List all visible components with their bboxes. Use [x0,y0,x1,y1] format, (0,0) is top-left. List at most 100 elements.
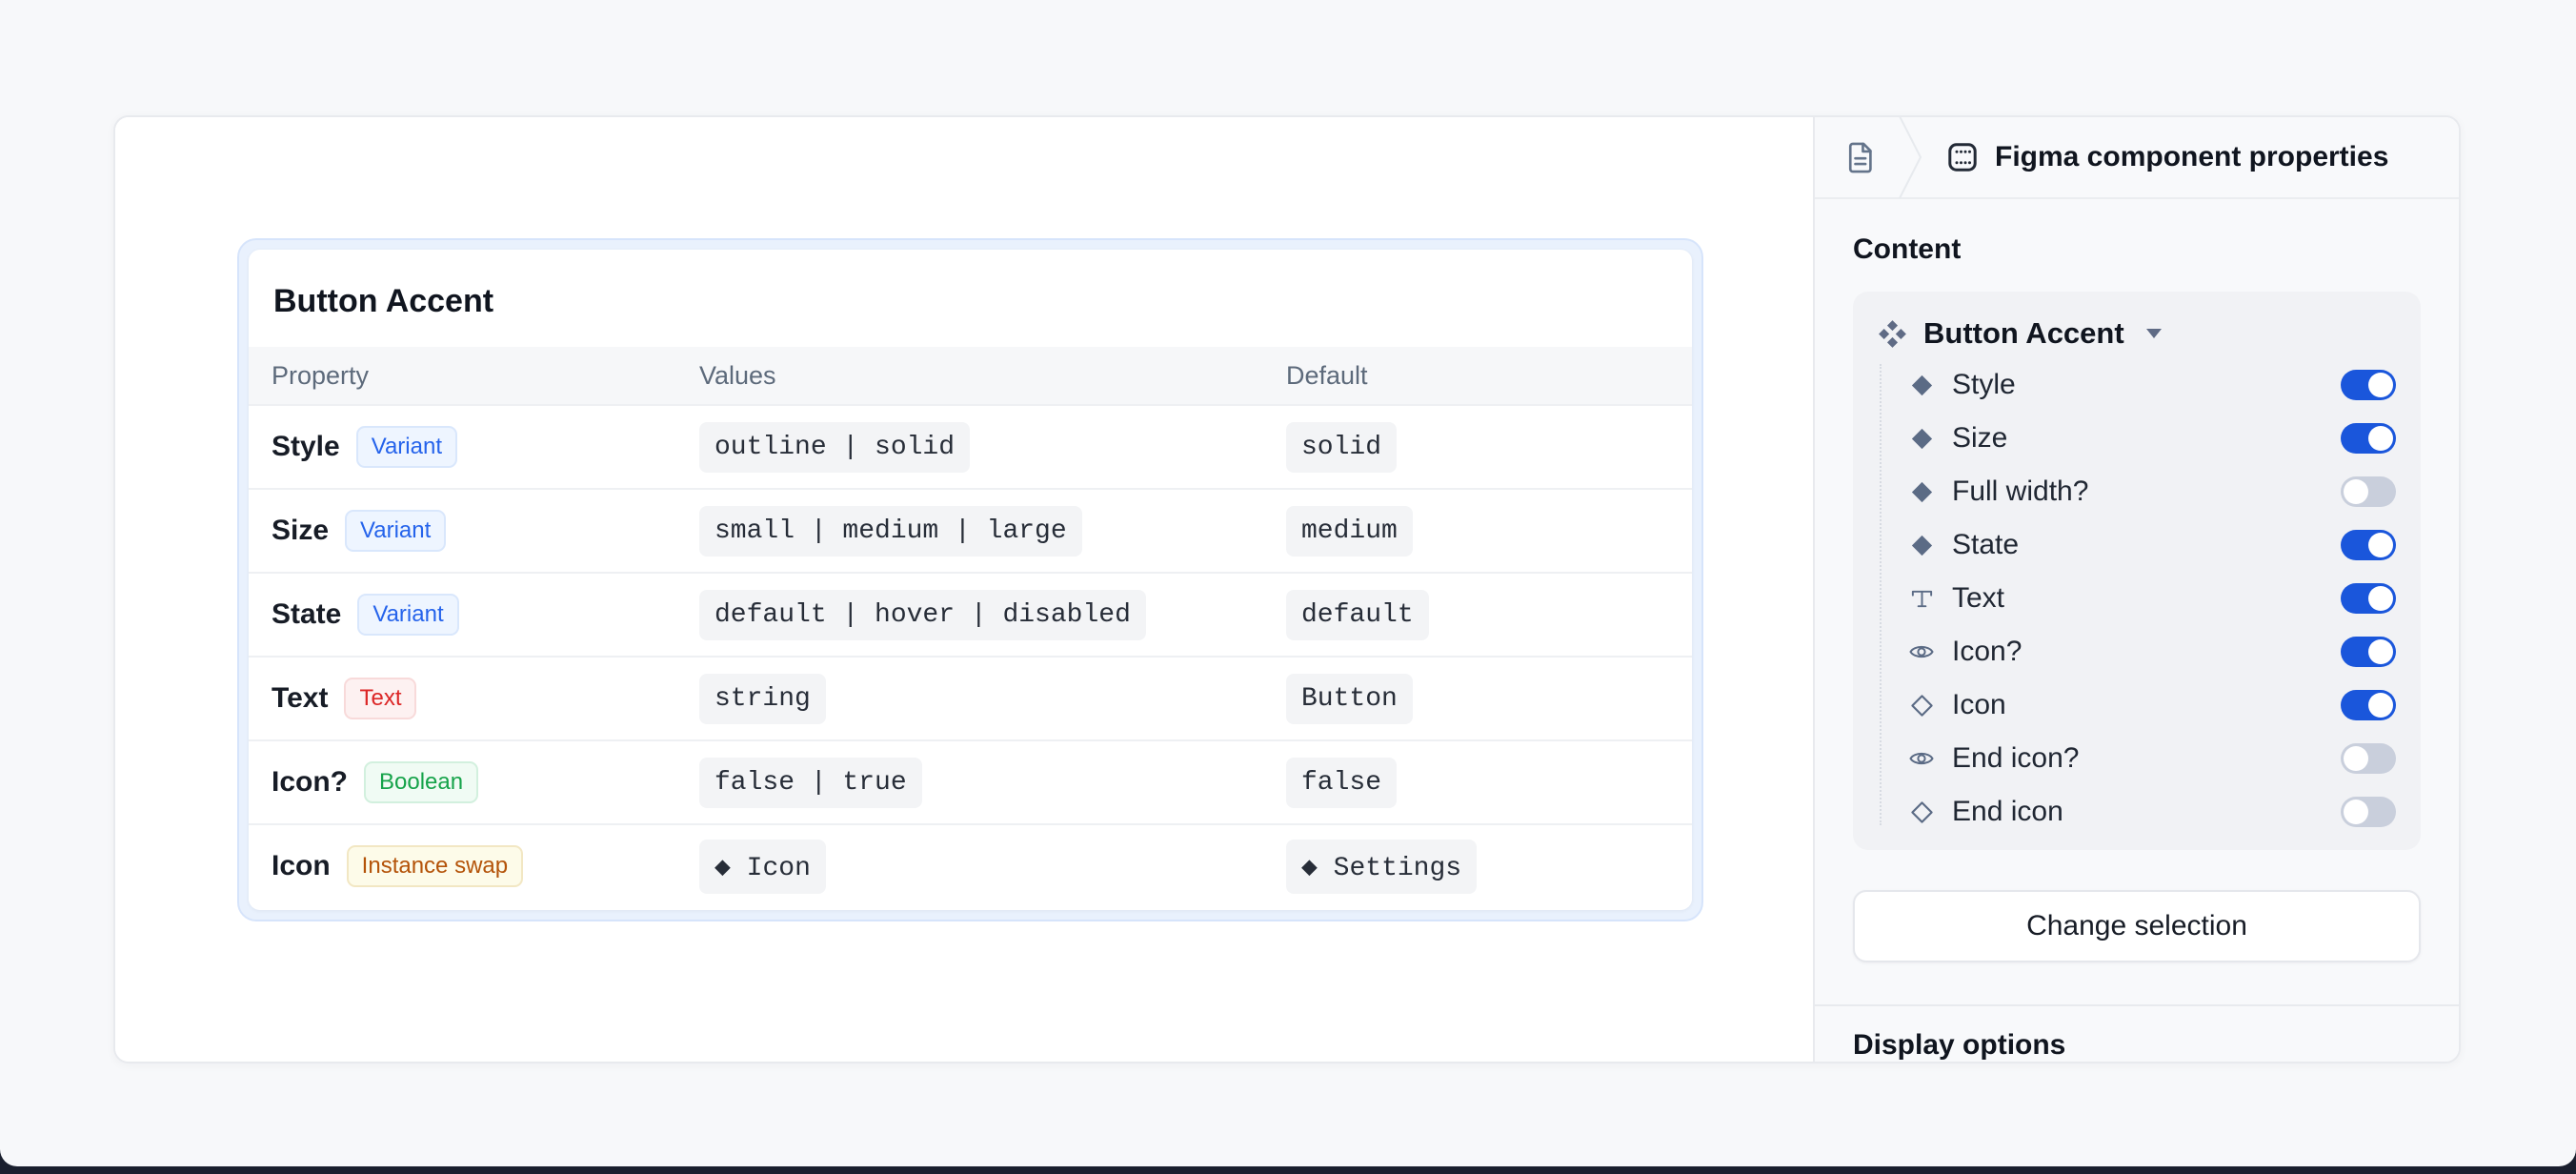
property-toggle[interactable] [2341,476,2396,507]
property-name: Size [272,515,329,547]
document-icon [1841,140,1877,175]
document-tab[interactable] [1841,140,1877,175]
property-label: End icon? [1952,742,2079,775]
property-label: Icon? [1952,636,2022,668]
property-row: Size [1880,412,2396,465]
property-type-badge: Variant [356,426,457,468]
text-icon [1909,586,1935,612]
values-code: outline | solid [699,422,970,473]
property-label: Text [1952,582,2004,615]
property-toggle[interactable] [2341,637,2396,667]
values-code: string [699,674,826,724]
breadcrumb-separator [1896,116,1924,198]
table-row: Size Variant small | medium | large medi… [249,488,1692,572]
column-header-values: Values [699,361,1286,391]
property-row: Full width? [1880,465,2396,518]
panel-title: Figma component properties [1995,141,2388,173]
property-label: Style [1952,369,2016,401]
variant-diamond-icon [1909,426,1935,452]
table-row: Icon Instance swap ◆ Icon ◆ Settings [249,823,1692,907]
table-row: Text Text string Button [249,656,1692,739]
toggle-knob [2368,586,2393,611]
property-toggle[interactable] [2341,797,2396,827]
column-header-default: Default [1286,361,1669,391]
property-row: End icon? [1880,732,2396,785]
component-name: Button Accent [1923,316,2124,351]
values-code: false | true [699,758,922,808]
property-toggle[interactable] [2341,583,2396,614]
property-toggle[interactable] [2341,743,2396,774]
values-code: ◆ Icon [699,840,826,894]
spec-table-header: Property Values Default [249,347,1692,404]
main-window: Button Accent Property Values Default St… [113,115,2461,1063]
properties-panel: Figma component properties Content Butto… [1813,117,2459,1062]
values-code: default | hover | disabled [699,590,1146,640]
variant-diamond-icon [1909,373,1935,398]
toggle-knob [2368,426,2393,451]
property-row: Text [1880,572,2396,625]
property-row: Icon [1880,678,2396,732]
instance-swap-diamond-icon [1909,693,1935,719]
default-code: medium [1286,506,1413,557]
property-label: End icon [1952,796,2063,828]
property-row: Icon? [1880,625,2396,678]
section-divider [1815,1004,2459,1006]
property-row: End icon [1880,785,2396,839]
property-name: State [272,598,341,631]
column-header-property: Property [272,361,699,391]
property-label: State [1952,529,2019,561]
property-label: Full width? [1952,476,2088,508]
content-section-heading: Content [1853,233,2459,266]
default-code: ◆ Settings [1286,840,1477,894]
canvas-area: Button Accent Property Values Default St… [115,117,1813,1062]
variant-diamond-icon [1909,533,1935,558]
display-options-heading: Display options [1853,1029,2459,1062]
values-code: small | medium | large [699,506,1082,557]
property-type-badge: Text [344,678,416,719]
property-toggle[interactable] [2341,690,2396,720]
toggle-knob [2368,373,2393,397]
component-spec-highlight: Button Accent Property Values Default St… [237,238,1703,921]
component-selector[interactable]: Button Accent [1878,309,2396,358]
component-properties-icon [1945,140,1980,174]
toggle-knob [2368,693,2393,718]
property-name: Style [272,431,340,463]
variant-diamond-icon [1909,479,1935,505]
property-type-badge: Variant [357,594,458,636]
table-row: Style Variant outline | solid solid [249,404,1692,488]
boolean-eye-icon [1908,745,1935,772]
property-name: Icon? [272,766,348,799]
toggle-knob [2368,533,2393,557]
table-row: Icon? Boolean false | true false [249,739,1692,823]
instance-swap-diamond-icon [1909,800,1935,825]
default-code: solid [1286,422,1397,473]
default-code: Button [1286,674,1413,724]
default-code: default [1286,590,1429,640]
property-type-badge: Variant [345,510,446,552]
toggle-knob [2368,639,2393,664]
property-tree: Style Size Full width? [1878,358,2396,839]
change-selection-button[interactable]: Change selection [1853,890,2421,962]
property-toggle[interactable] [2341,370,2396,400]
property-label: Icon [1952,689,2006,721]
chevron-down-icon [2146,329,2162,338]
property-name: Icon [272,850,331,882]
property-toggle[interactable] [2341,530,2396,560]
component-properties-box: Button Accent Style Size [1853,292,2421,850]
property-type-badge: Boolean [364,761,478,803]
property-toggle[interactable] [2341,423,2396,454]
table-row: State Variant default | hover | disabled… [249,572,1692,656]
app-surface: Button Accent Property Values Default St… [0,0,2576,1166]
property-row: State [1880,518,2396,572]
boolean-eye-icon [1908,638,1935,665]
spec-card-title: Button Accent [249,250,1692,347]
tree-guide-line [1880,364,1882,825]
toggle-knob [2344,746,2368,771]
property-label: Size [1952,422,2007,455]
property-row: Style [1880,358,2396,412]
default-code: false [1286,758,1397,808]
panel-header: Figma component properties [1815,117,2459,199]
property-name: Text [272,682,328,715]
toggle-knob [2344,479,2368,504]
component-icon [1878,319,1907,349]
